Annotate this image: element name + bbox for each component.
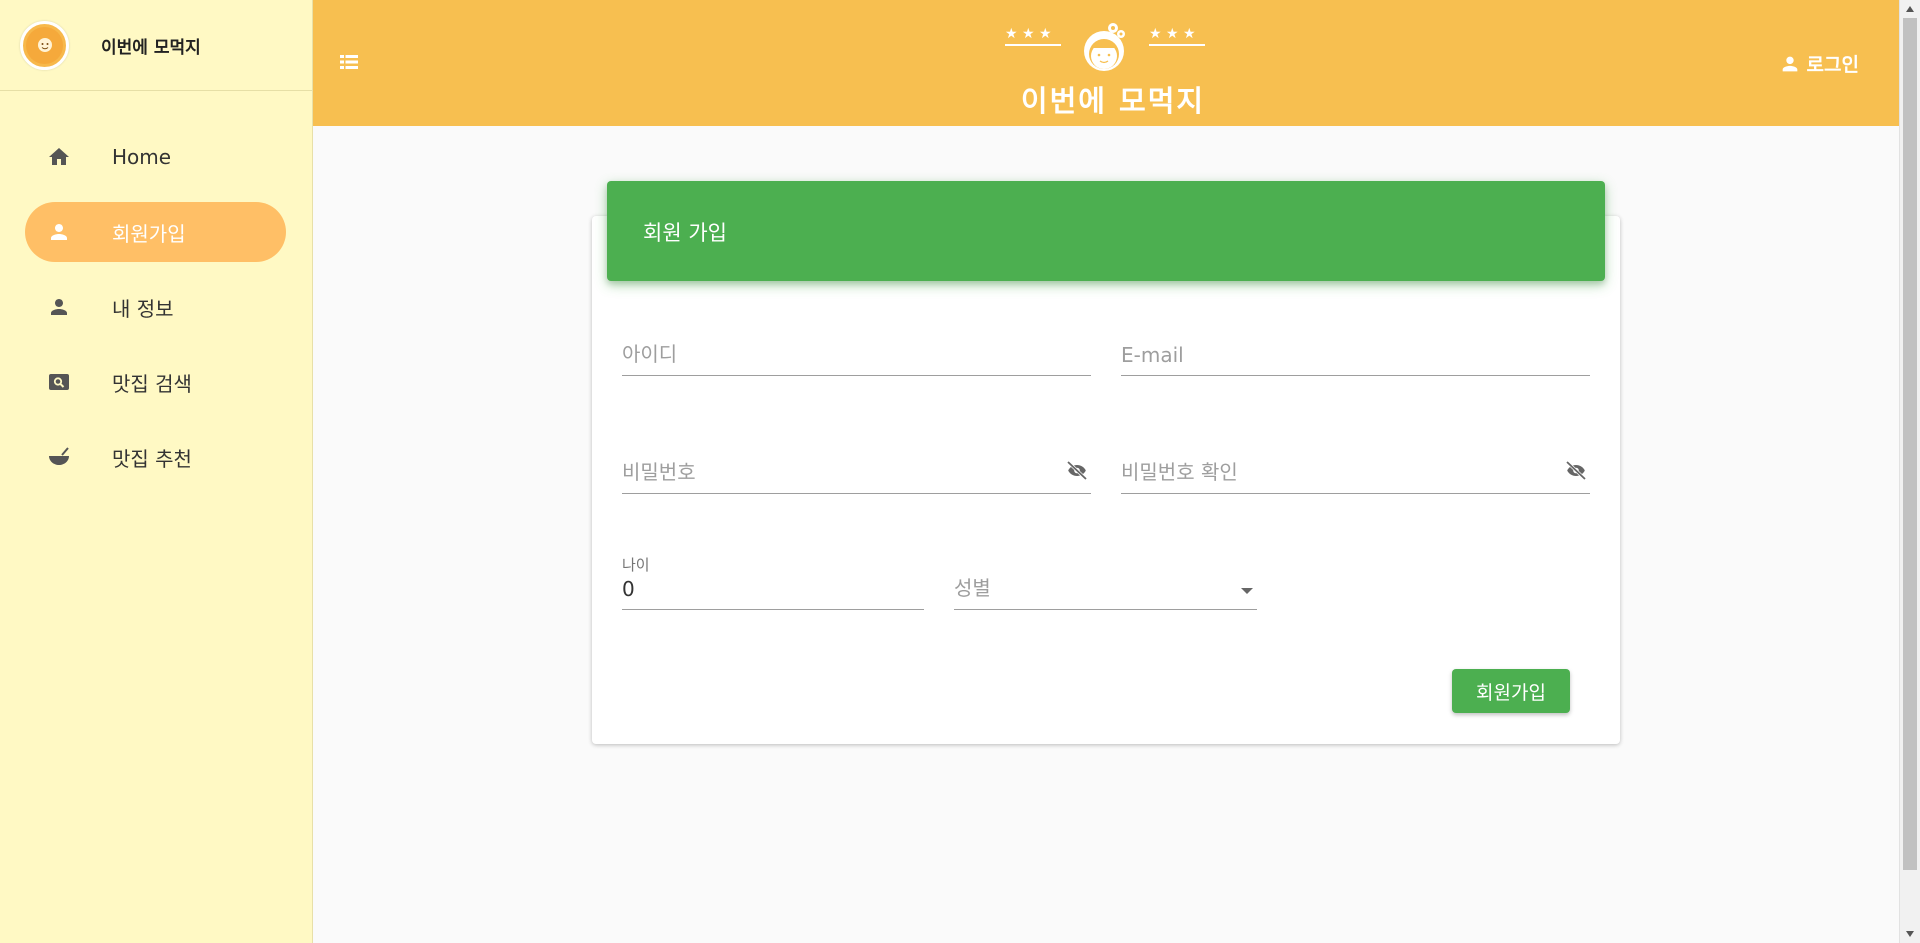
person-icon	[1782, 56, 1797, 71]
password-placeholder: 비밀번호	[622, 460, 696, 484]
page-scrollbar[interactable]	[1899, 0, 1920, 943]
sidebar-item-restaurant-search[interactable]: 맛집 검색	[25, 352, 286, 412]
login-button[interactable]: 로그인	[1779, 50, 1859, 77]
age-field[interactable]: 나이 0	[622, 554, 924, 610]
person-icon	[46, 294, 72, 320]
password-confirm-field[interactable]: 비밀번호 확인	[1121, 448, 1590, 494]
scroll-down-icon[interactable]	[1900, 925, 1920, 943]
id-placeholder: 아이디	[622, 342, 678, 366]
visibility-off-icon[interactable]	[1562, 459, 1590, 487]
svg-text:★ ★ ★: ★ ★ ★	[1005, 26, 1052, 42]
login-label: 로그인	[1806, 54, 1859, 76]
search-box-icon	[46, 369, 72, 395]
password-field[interactable]: 비밀번호	[622, 448, 1091, 494]
card-title: 회원 가입	[607, 181, 1605, 281]
sidebar-item-label: 내 정보	[112, 296, 174, 321]
gender-select[interactable]: 성별	[954, 564, 1257, 610]
dropdown-arrow-icon	[1241, 588, 1253, 594]
sidebar-header: 이번에 모먹지	[0, 0, 312, 91]
gender-placeholder: 성별	[954, 576, 991, 600]
visibility-off-icon[interactable]	[1063, 459, 1091, 487]
email-field[interactable]: E-mail	[1121, 330, 1590, 376]
signup-submit-button[interactable]: 회원가입	[1452, 669, 1570, 713]
brand-title: 이번에 모먹지	[1020, 84, 1206, 118]
logo[interactable]	[20, 20, 69, 70]
bowl-icon	[46, 444, 72, 470]
id-field[interactable]: 아이디	[622, 330, 1091, 376]
password-confirm-placeholder: 비밀번호 확인	[1121, 460, 1238, 484]
sidebar-title: 이번에 모먹지	[101, 37, 201, 58]
menu-toggle-button[interactable]	[337, 50, 361, 74]
sidebar-item-label: 맛집 검색	[112, 371, 192, 396]
person-icon	[46, 219, 72, 245]
sidebar: 이번에 모먹지 Home 회원가입 내 정보 맛집 검색 맛집 추천	[0, 0, 313, 943]
svg-text:★ ★ ★: ★ ★ ★	[1149, 26, 1196, 42]
age-label: 나이	[622, 556, 650, 574]
brand[interactable]: ★ ★ ★ ★ ★ ★ 이번에 모먹지	[1003, 8, 1223, 120]
home-icon	[46, 144, 72, 170]
logo-face-icon	[26, 26, 63, 64]
scroll-thumb[interactable]	[1903, 18, 1917, 870]
sidebar-item-restaurant-recommend[interactable]: 맛집 추천	[25, 427, 286, 487]
sidebar-item-label: Home	[112, 145, 172, 169]
sidebar-item-label: 맛집 추천	[112, 446, 192, 471]
sidebar-item-signup[interactable]: 회원가입	[25, 202, 286, 262]
age-value: 0	[622, 577, 635, 601]
sidebar-item-my-info[interactable]: 내 정보	[25, 277, 286, 337]
list-icon	[340, 55, 358, 69]
email-placeholder: E-mail	[1121, 343, 1184, 367]
scroll-up-icon[interactable]	[1900, 0, 1920, 18]
chef-mascot-icon: ★ ★ ★ ★ ★ ★	[1005, 23, 1205, 71]
sidebar-item-label: 회원가입	[112, 221, 186, 246]
top-app-bar: ★ ★ ★ ★ ★ ★ 이번에 모먹지 로그인	[313, 0, 1899, 126]
sidebar-item-home[interactable]: Home	[25, 127, 286, 187]
sidebar-nav: Home 회원가입 내 정보 맛집 검색 맛집 추천	[0, 91, 312, 487]
